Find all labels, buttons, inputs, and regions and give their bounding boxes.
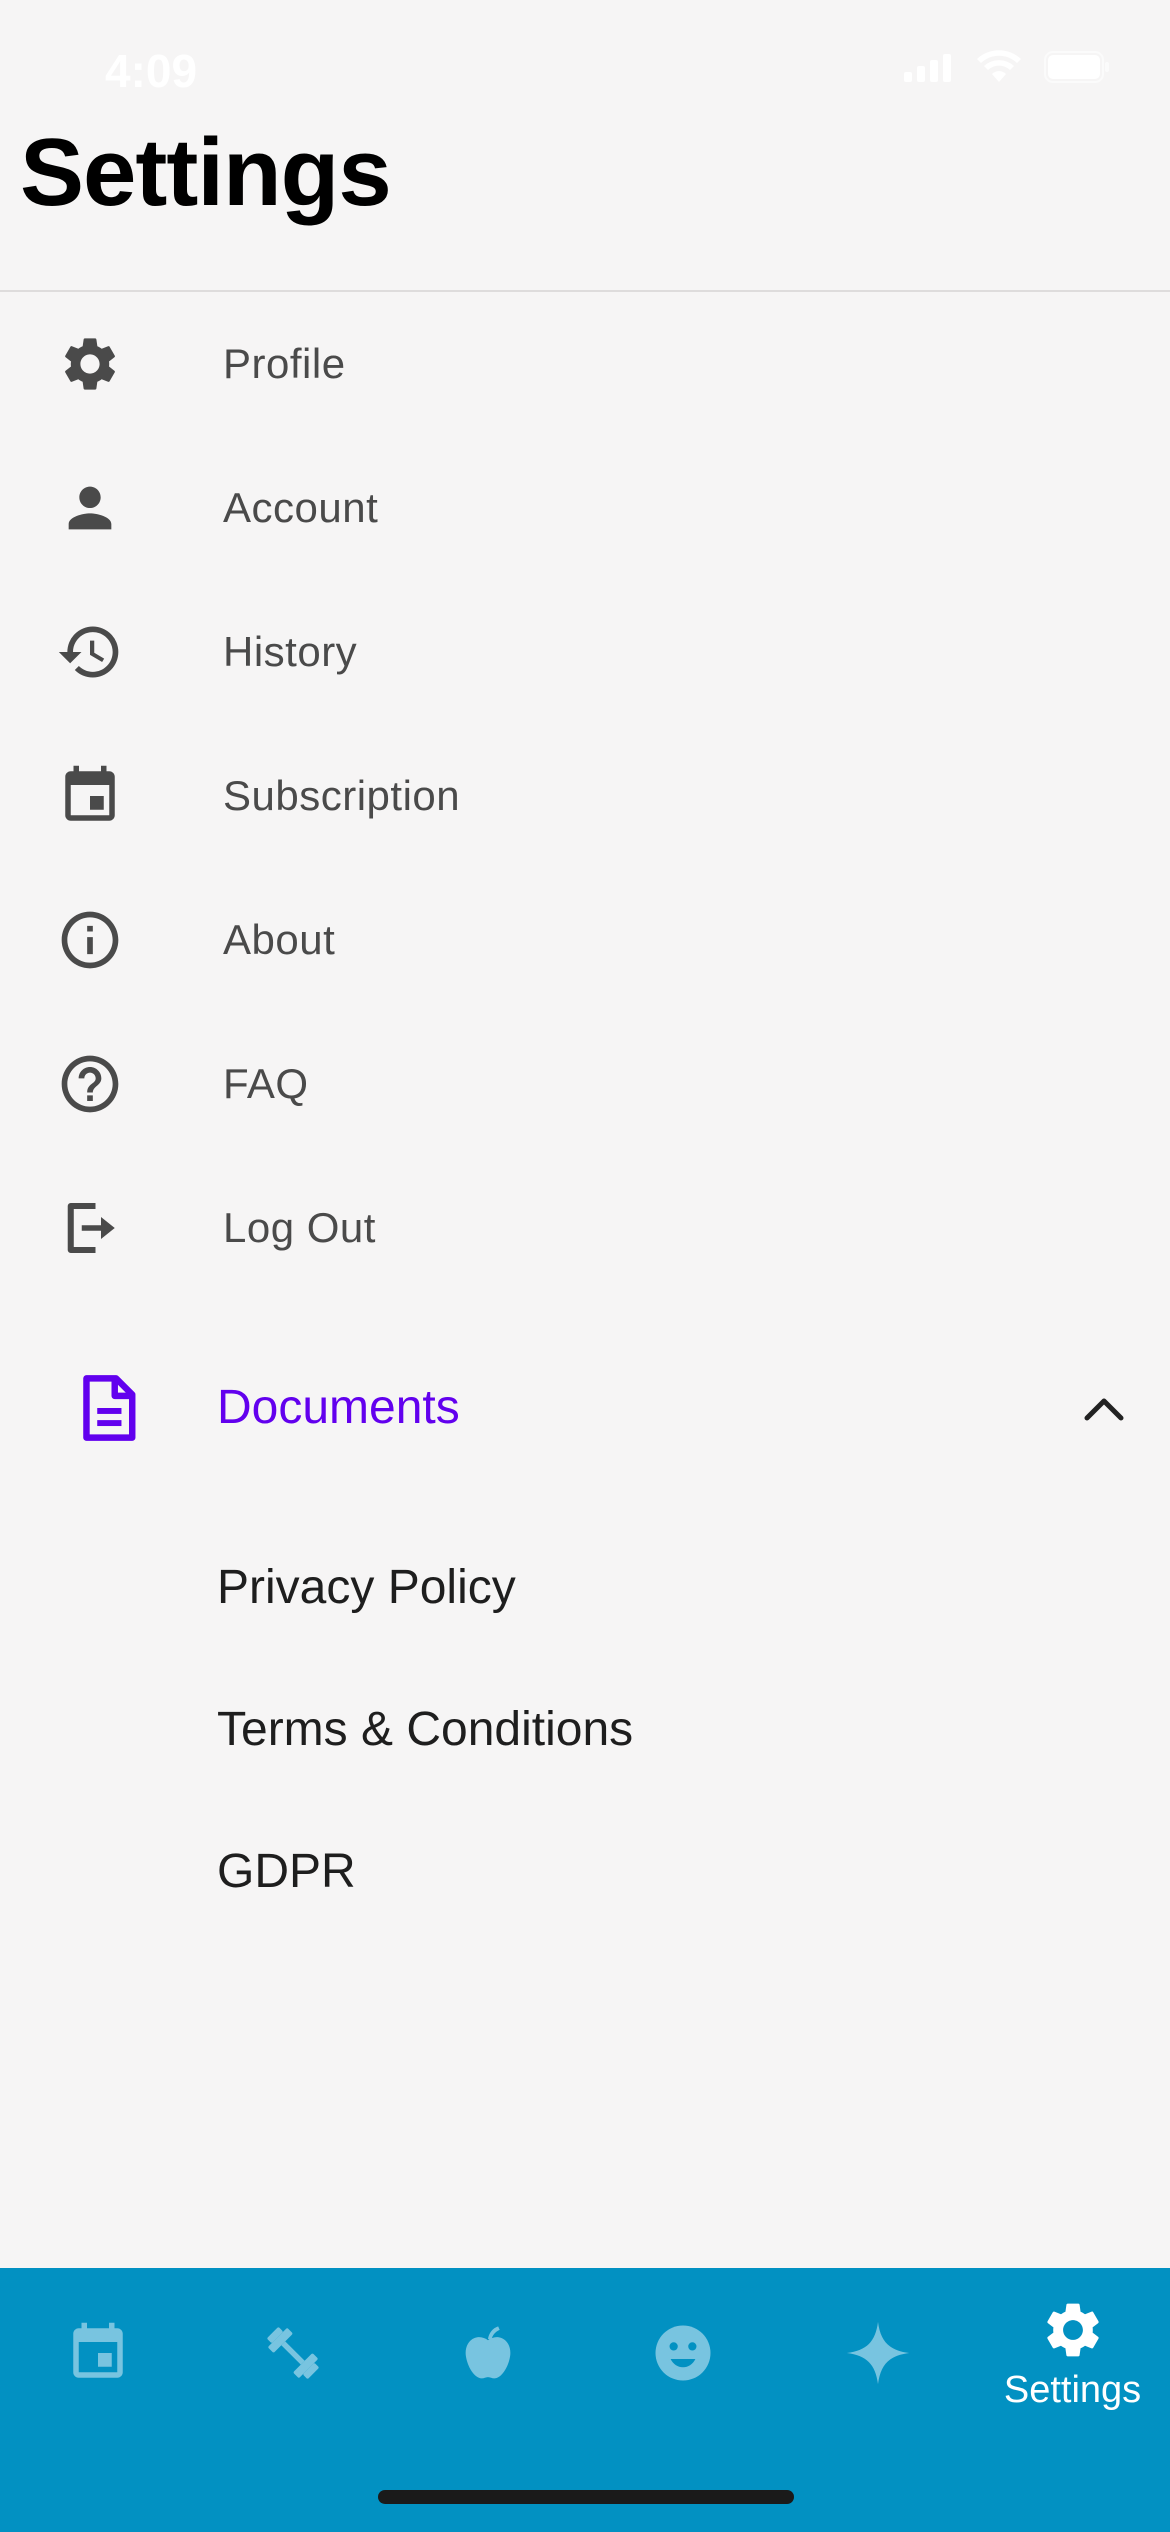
menu-item-about[interactable]: About — [0, 868, 1170, 1012]
menu-item-label: Subscription — [223, 772, 461, 819]
calendar-icon — [63, 2318, 133, 2388]
documents-accordion-header[interactable]: Documents — [0, 1340, 1170, 1475]
page-title: Settings — [20, 119, 392, 226]
document-item-terms[interactable]: Terms & Conditions — [217, 1702, 633, 1757]
dumbbell-icon — [258, 2318, 328, 2388]
tab-nutrition[interactable] — [390, 2268, 585, 2438]
menu-item-label: FAQ — [223, 1060, 309, 1107]
menu-item-account[interactable]: Account — [0, 436, 1170, 580]
tab-calendar[interactable] — [0, 2268, 195, 2438]
smiley-icon — [648, 2318, 718, 2388]
status-time: 4:09 — [105, 45, 198, 97]
tab-mood[interactable] — [585, 2268, 780, 2438]
menu-item-label: Account — [223, 484, 379, 531]
sparkle-icon — [843, 2318, 913, 2388]
person-icon — [50, 472, 130, 544]
tab-workout[interactable] — [195, 2268, 390, 2438]
menu-item-label: Log Out — [223, 1204, 376, 1251]
status-icons — [904, 50, 1110, 89]
menu-item-logout[interactable]: Log Out — [0, 1156, 1170, 1300]
signal-icon — [904, 52, 954, 87]
tab-settings[interactable]: Settings — [975, 2268, 1170, 2438]
tab-settings-label: Settings — [1003, 2368, 1142, 2411]
document-item-privacy-policy[interactable]: Privacy Policy — [217, 1560, 516, 1615]
menu-item-faq[interactable]: FAQ — [0, 1012, 1170, 1156]
apple-icon — [453, 2318, 523, 2388]
logout-icon — [50, 1192, 130, 1264]
battery-icon — [1044, 51, 1110, 88]
calendar-icon — [50, 760, 130, 832]
history-icon — [50, 616, 130, 688]
tab-highlights[interactable] — [780, 2268, 975, 2438]
document-icon — [70, 1370, 145, 1445]
menu-item-history[interactable]: History — [0, 580, 1170, 724]
home-indicator — [378, 2490, 794, 2504]
info-icon — [50, 904, 130, 976]
menu-item-label: History — [223, 628, 358, 675]
gear-icon — [50, 328, 130, 400]
menu-item-profile[interactable]: Profile — [0, 292, 1170, 436]
menu-item-label: About — [223, 916, 336, 963]
menu-item-subscription[interactable]: Subscription — [0, 724, 1170, 868]
documents-label: Documents — [217, 1381, 460, 1434]
chevron-up-icon[interactable] — [1078, 1382, 1130, 1434]
wifi-icon — [976, 50, 1022, 89]
help-icon — [50, 1048, 130, 1120]
menu-item-label: Profile — [223, 340, 346, 387]
document-item-gdpr[interactable]: GDPR — [217, 1844, 356, 1899]
gear-icon — [1038, 2295, 1108, 2365]
bottom-tab-bar: Settings — [0, 2268, 1170, 2532]
